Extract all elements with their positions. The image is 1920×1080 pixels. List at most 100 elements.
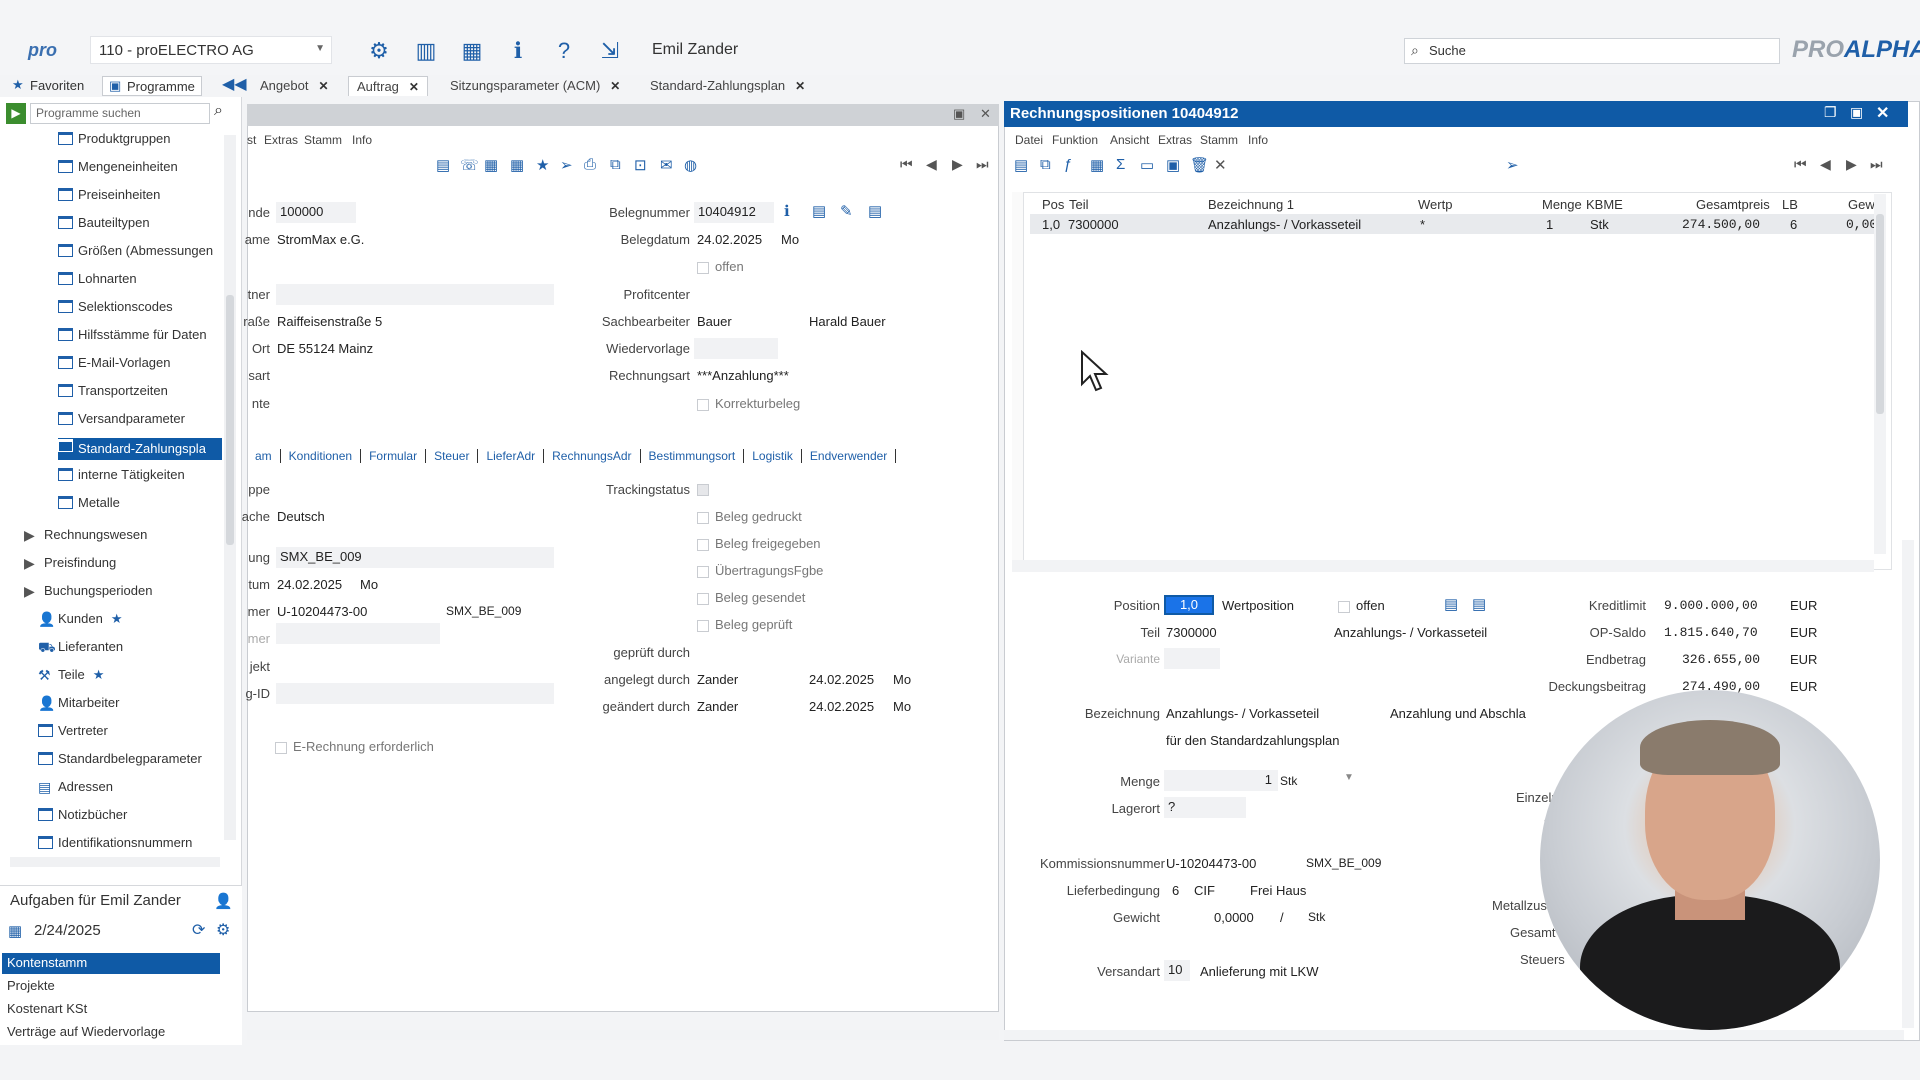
document-icon[interactable]: ▤ — [436, 156, 450, 174]
copy-icon[interactable]: ⧉ — [610, 156, 621, 173]
close-icon[interactable]: ✕ — [980, 106, 991, 122]
gear-icon[interactable]: ⚙ — [366, 38, 392, 64]
close-icon[interactable]: ✕ — [610, 79, 620, 93]
doc-tab-sitzungsparameter[interactable]: Sitzungsparameter (ACM) ✕ — [442, 76, 628, 96]
sidebar-hscrollbar[interactable] — [10, 857, 220, 867]
scroll-thumb[interactable] — [226, 295, 234, 545]
rechnungsart-field[interactable]: ***Anzahlung*** — [697, 368, 789, 383]
cancel-icon[interactable]: ✕ — [1214, 156, 1227, 174]
save-icon[interactable]: ▣ — [1166, 156, 1180, 174]
close-icon[interactable]: ✕ — [1876, 103, 1889, 123]
bezeichnung-3[interactable]: für den Standardzahlungsplan — [1166, 733, 1339, 748]
offen-checkbox[interactable]: offen — [697, 259, 744, 274]
teil-field[interactable]: 7300000 — [1166, 625, 1217, 640]
versandart-code[interactable]: 10 — [1164, 960, 1190, 981]
beleg-geprueft-checkbox[interactable]: Beleg geprüft — [697, 617, 792, 632]
grid-hscrollbar[interactable] — [1012, 560, 1874, 572]
doc-tab-auftrag[interactable]: Auftrag ✕ — [348, 76, 428, 96]
menu-info[interactable]: Info — [352, 133, 372, 147]
kommission-field[interactable]: U-10204473-00 — [1166, 856, 1256, 871]
delete-icon[interactable]: 🗑 — [1190, 156, 1209, 174]
module-adressen[interactable]: ▤ Adressen — [38, 779, 218, 801]
tab-konditionen[interactable]: Konditionen — [280, 449, 362, 463]
partner-field[interactable] — [276, 284, 554, 305]
next-record-icon[interactable]: ▶ — [1846, 156, 1857, 173]
detail-hscrollbar[interactable] — [1004, 1030, 1904, 1040]
attachment-icon[interactable]: ▤ — [1444, 595, 1458, 613]
bezeichnung-2[interactable]: Anzahlung und Abschla — [1390, 706, 1526, 721]
edit-icon[interactable]: ✎ — [840, 202, 853, 220]
close-icon[interactable]: ✕ — [409, 80, 419, 94]
first-record-icon[interactable]: ⏮ — [1794, 156, 1807, 173]
auftrag-hscrollbar[interactable] — [247, 1030, 999, 1040]
scroll-thumb[interactable] — [1876, 214, 1884, 414]
lagerort-field[interactable]: ? — [1164, 797, 1246, 818]
prev-record-icon[interactable]: ◀ — [1820, 156, 1831, 173]
tab-endverwender[interactable]: Endverwender — [801, 449, 897, 463]
task-item-kontenstamm[interactable]: Kontenstamm — [2, 953, 220, 974]
menu-extras[interactable]: Extras — [264, 133, 298, 147]
print-icon[interactable]: ⎙ — [584, 156, 596, 173]
company-select[interactable]: 110 - proELECTRO AG ▼ — [90, 36, 332, 64]
name-field[interactable]: StromMax e.G. — [277, 232, 364, 247]
calendar-icon[interactable]: ▦ — [510, 156, 524, 174]
doc-tab-angebot[interactable]: Angebot ✕ — [252, 76, 337, 96]
star-icon[interactable]: ★ — [536, 156, 549, 174]
variante-field[interactable] — [1164, 648, 1220, 669]
kommission-field[interactable]: U-10204473-00 — [277, 604, 367, 619]
first-record-icon[interactable]: ⏮ — [900, 156, 913, 173]
erechnung-checkbox[interactable]: E-Rechnung erforderlich — [275, 739, 434, 754]
formula-icon[interactable]: ƒ — [1064, 156, 1072, 173]
panel-icon[interactable]: ▥ — [413, 38, 439, 64]
tab-steuer[interactable]: Steuer — [426, 449, 479, 463]
sum-icon[interactable]: Σ — [1116, 156, 1125, 173]
doc-tab-standard-zahlungsplan[interactable]: Standard-Zahlungsplan ✕ — [642, 76, 813, 96]
prev-record-icon[interactable]: ◀ — [926, 156, 937, 173]
layout-icon[interactable]: ▦ — [459, 38, 485, 64]
tree-item-mengeneinheiten[interactable]: Mengeneinheiten — [58, 159, 218, 181]
module-vertreter[interactable]: Vertreter — [38, 723, 218, 745]
new-icon[interactable]: ▤ — [1014, 156, 1028, 174]
copy-icon[interactable]: ⧉ — [1040, 156, 1051, 173]
document-icon[interactable]: ▤ — [1472, 595, 1486, 613]
next-record-icon[interactable]: ▶ — [952, 156, 963, 173]
id-field[interactable] — [276, 683, 554, 704]
forward-icon[interactable]: ➢ — [560, 156, 573, 174]
lieferbedingung-code[interactable]: 6 — [1172, 883, 1179, 898]
grid-vscrollbar[interactable] — [1874, 194, 1886, 554]
menu-ansicht[interactable]: Ansicht — [1110, 133, 1149, 147]
collapse-sidebar-icon[interactable]: ◀◀ — [222, 74, 247, 94]
document-icon[interactable]: ▤ — [868, 202, 882, 220]
tab-logistik[interactable]: Logistik — [744, 449, 802, 463]
menge-field[interactable]: 1 — [1164, 770, 1278, 791]
menu-extras[interactable]: Extras — [1158, 133, 1192, 147]
belegdatum-field[interactable]: 24.02.2025 — [697, 232, 762, 247]
help-icon[interactable]: ? — [551, 38, 577, 64]
tab-programme[interactable]: ▣ Programme — [102, 76, 202, 96]
phone-icon[interactable]: ☏ — [460, 156, 479, 174]
col-wertp[interactable]: Wertp — [1418, 197, 1452, 212]
tree-item-produktgruppen[interactable]: Produktgruppen — [58, 131, 218, 153]
tab-am[interactable]: am — [247, 449, 281, 463]
menu-info[interactable]: Info — [1248, 133, 1268, 147]
package-icon[interactable]: ⊡ — [634, 156, 647, 174]
menu-st[interactable]: st — [247, 133, 256, 147]
tree-group-rechnungswesen[interactable]: ▶ Rechnungswesen — [24, 527, 214, 549]
global-search-input[interactable]: ⌕ Suche — [1404, 38, 1780, 64]
attachment-icon[interactable]: ▤ — [812, 202, 826, 220]
mail-icon[interactable]: ✉ — [660, 156, 673, 174]
search-icon[interactable]: ⌕ — [214, 102, 223, 120]
tab-bestimmungsort[interactable]: Bestimmungsort — [640, 449, 745, 463]
module-identifikationsnummern[interactable]: Identifikationsnummern — [38, 835, 218, 857]
gear-icon[interactable]: ⚙ — [216, 920, 230, 940]
col-lb[interactable]: LB — [1782, 197, 1798, 212]
sachbearbeiter-field[interactable]: Bauer — [697, 314, 732, 329]
detail-vscrollbar[interactable] — [1902, 540, 1914, 1028]
col-gesamtpreis[interactable]: Gesamtpreis — [1696, 197, 1770, 212]
tab-rechnungsadr[interactable]: RechnungsAdr — [544, 449, 641, 463]
refresh-icon[interactable]: ⟳ — [192, 920, 205, 940]
tab-formular[interactable]: Formular — [361, 449, 427, 463]
chevron-down-icon[interactable]: ▼ — [1344, 772, 1354, 783]
ort-field[interactable]: DE 55124 Mainz — [277, 341, 373, 356]
menu-stamm[interactable]: Stamm — [304, 133, 342, 147]
